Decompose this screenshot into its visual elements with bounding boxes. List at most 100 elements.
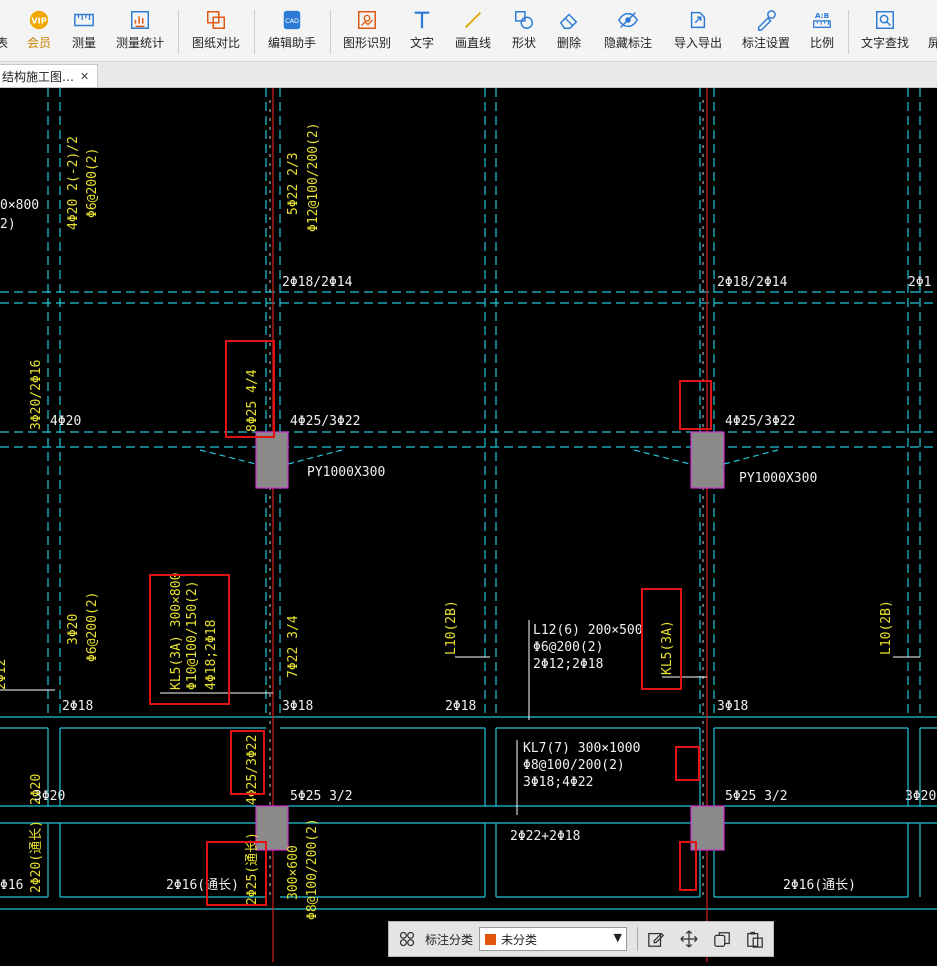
rebar-label: 3Φ20/2Φ16 bbox=[29, 360, 44, 430]
rebar-label: Φ12@100/200(2) bbox=[306, 122, 321, 232]
toolbar-separator bbox=[178, 10, 179, 54]
edit-icon[interactable] bbox=[646, 929, 666, 949]
category-value: 未分类 bbox=[501, 932, 538, 947]
toolbar-scale-button[interactable]: A:B 比例 bbox=[806, 8, 838, 58]
rebar-label: Φ6@200(2) bbox=[85, 148, 100, 218]
grid-icon[interactable] bbox=[397, 929, 417, 949]
chevron-down-icon: ▼ bbox=[613, 931, 623, 944]
beam-label: L12(6) 200×500 bbox=[533, 623, 643, 638]
rebar-label: 7Φ22 3/4 bbox=[286, 615, 301, 678]
document-tab-bar: 结构施工图… ✕ bbox=[0, 62, 937, 88]
rebar-label: 2Φ18/2Φ14 bbox=[282, 275, 353, 290]
vip-icon: VIP bbox=[26, 8, 52, 32]
beam-label: 300×600 bbox=[286, 845, 301, 900]
rebar-label: 3Φ20 bbox=[66, 614, 81, 645]
cropped-icon bbox=[0, 8, 15, 32]
text-icon bbox=[409, 8, 435, 32]
annotation-settings-icon bbox=[753, 8, 779, 32]
compare-icon bbox=[203, 8, 229, 32]
beam-label: KL5(3A) bbox=[660, 620, 675, 675]
rebar-label: 2Φ1 bbox=[908, 275, 931, 290]
svg-text:CAD: CAD bbox=[285, 17, 299, 25]
toolbar-edit-assistant-button[interactable]: CAD 编辑助手 bbox=[264, 8, 320, 58]
toolbar-hide-annotation-button[interactable]: 隐藏标注 bbox=[600, 8, 656, 58]
rebar-label: 3Φ18 bbox=[717, 699, 748, 714]
toolbar-vip-button[interactable]: VIP 会员 bbox=[22, 8, 56, 58]
eye-hide-icon bbox=[615, 8, 641, 32]
document-tab-title: 结构施工图… bbox=[2, 69, 75, 84]
toolbar-compare-button[interactable]: 图纸对比 bbox=[188, 8, 244, 58]
toolbar-import-export-button[interactable]: 导入导出 bbox=[670, 8, 726, 58]
svg-text:VIP: VIP bbox=[31, 16, 47, 26]
rebar-label: 4Φ20 2(-2)/2 bbox=[66, 136, 81, 230]
rebar-label: 2Φ18 bbox=[62, 699, 93, 714]
annotation-toolbar: 标注分类 未分类 ▼ bbox=[388, 921, 774, 957]
rebar-label: Φ16 bbox=[0, 878, 23, 893]
rebar-label: Φ6@200(2) bbox=[533, 640, 603, 655]
category-label: 标注分类 bbox=[425, 932, 474, 947]
text-search-icon bbox=[872, 8, 898, 32]
rebar-label: 8Φ25 4/4 bbox=[245, 369, 260, 432]
rebar-label: 2Φ12 bbox=[0, 659, 9, 690]
rebar-label: Φ8@100/200(2) bbox=[305, 818, 320, 920]
toolbar-text-button[interactable]: 文字 bbox=[406, 8, 438, 58]
toolbar-shape-recognize-button[interactable]: 图形识别 bbox=[339, 8, 395, 58]
toolbar-separator bbox=[848, 10, 849, 54]
beam-label: 2) bbox=[0, 217, 16, 232]
beam-label: KL5(3A) 300×800 bbox=[169, 573, 184, 690]
rebar-label: Φ6@200(2) bbox=[85, 592, 100, 662]
toolbar-annotation-settings-button[interactable]: 标注设置 bbox=[738, 8, 794, 58]
toolbar-item-cropped-left[interactable]: 表 bbox=[0, 8, 12, 58]
rebar-label: 2Φ22+2Φ18 bbox=[510, 829, 580, 844]
rebar-label: 2Φ16(通长) bbox=[783, 878, 856, 893]
rebar-label: 5Φ25 3/2 bbox=[290, 789, 353, 804]
toolbar-separator bbox=[330, 10, 331, 54]
rebar-label: 4Φ25/3Φ22 bbox=[290, 414, 360, 429]
toolbar-separator bbox=[637, 927, 639, 951]
cropped-icon bbox=[921, 8, 937, 32]
toolbar: 表 VIP 会员 测量 测量统计 图纸对比 CAD 编辑助手 图形识别 文字 画… bbox=[0, 0, 937, 62]
scale-icon: A:B bbox=[809, 8, 835, 32]
haunch-label: PY1000X300 bbox=[739, 471, 817, 486]
rebar-label: 3Φ18;4Φ22 bbox=[523, 775, 593, 790]
rebar-label: 2Φ18/2Φ14 bbox=[717, 275, 788, 290]
toolbar-draw-line-button[interactable]: 画直线 bbox=[451, 8, 495, 58]
rebar-label: 5Φ22 2/3 bbox=[286, 152, 301, 215]
toolbar-item-cropped-right[interactable]: 屏 bbox=[924, 8, 937, 58]
paste-icon[interactable] bbox=[745, 929, 765, 949]
toolbar-text-search-button[interactable]: 文字查找 bbox=[857, 8, 913, 58]
close-icon[interactable]: ✕ bbox=[80, 70, 89, 83]
rebar-label: 5Φ25 3/2 bbox=[725, 789, 788, 804]
rebar-label: 3Φ20 bbox=[905, 789, 936, 804]
edit-assistant-icon: CAD bbox=[279, 8, 305, 32]
ruler-icon bbox=[71, 8, 97, 32]
toolbar-measure-button[interactable]: 测量 bbox=[68, 8, 100, 58]
rebar-label: 3Φ18 bbox=[282, 699, 313, 714]
move-icon[interactable] bbox=[679, 929, 699, 949]
line-icon bbox=[460, 8, 486, 32]
toolbar-delete-button[interactable]: 删除 bbox=[553, 8, 585, 58]
rebar-label: 2Φ12;2Φ18 bbox=[533, 657, 603, 672]
toolbar-shape-button[interactable]: 形状 bbox=[508, 8, 540, 58]
category-color-swatch bbox=[485, 933, 497, 945]
rebar-label: 2Φ20(通长) bbox=[29, 820, 44, 893]
rebar-label: 4Φ18;2Φ18 bbox=[204, 620, 219, 690]
beam-label: KL7(7) 300×1000 bbox=[523, 741, 640, 756]
svg-text:A:B: A:B bbox=[815, 11, 830, 20]
eraser-icon bbox=[556, 8, 582, 32]
rebar-label: 2Φ18 bbox=[445, 699, 476, 714]
beam-label: 0×800 bbox=[0, 198, 39, 213]
copy-icon[interactable] bbox=[712, 929, 732, 949]
shape-recognize-icon bbox=[354, 8, 380, 32]
toolbar-measure-stats-button[interactable]: 测量统计 bbox=[112, 8, 168, 58]
beam-label: L10(2B) bbox=[879, 600, 894, 655]
category-select[interactable]: 未分类 ▼ bbox=[479, 927, 628, 951]
document-tab[interactable]: 结构施工图… ✕ bbox=[0, 64, 98, 87]
import-export-icon bbox=[685, 8, 711, 32]
toolbar-separator bbox=[254, 10, 255, 54]
shape-icon bbox=[511, 8, 537, 32]
drawing-canvas[interactable]: 4Φ20 2(-2)/2 Φ6@200(2) 5Φ22 2/3 Φ12@100/… bbox=[0, 88, 937, 962]
beam-label: L10(2B) bbox=[444, 600, 459, 655]
rebar-label: 3Φ20 bbox=[34, 789, 65, 804]
rebar-label: 4Φ25/3Φ22 bbox=[725, 414, 795, 429]
